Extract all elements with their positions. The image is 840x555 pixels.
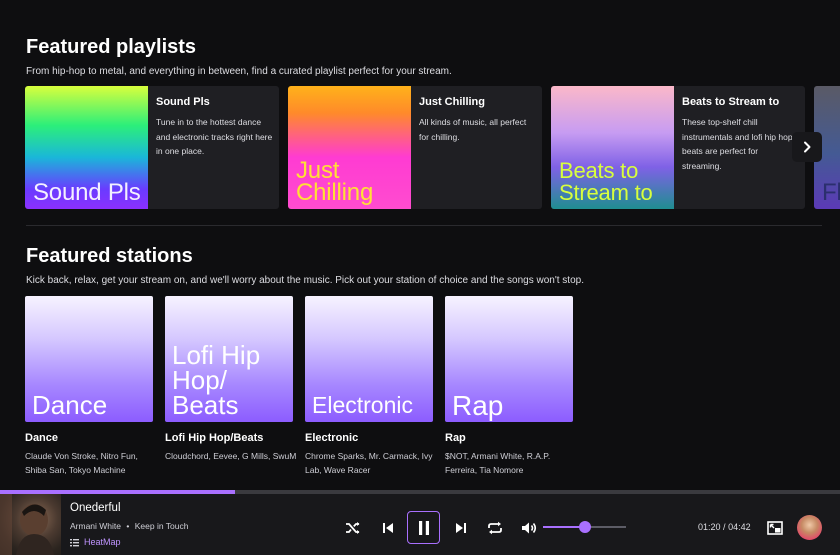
playlist-cover-text: Beats to Stream to bbox=[559, 158, 653, 205]
skip-next-icon bbox=[456, 523, 466, 533]
playlist-description: All kinds of music, all perfect for chil… bbox=[419, 117, 527, 142]
playlist-cover: Beats to Stream to bbox=[551, 86, 674, 209]
playlist-cover-text: Sound Pls bbox=[33, 179, 141, 206]
track-artist[interactable]: Armani White bbox=[70, 521, 121, 531]
station-card-electronic[interactable]: Electronic Electronic Chrome Sparks, Mr.… bbox=[305, 296, 433, 477]
playlist-cover-text: Just Chilling bbox=[296, 157, 374, 206]
pause-icon bbox=[418, 520, 429, 535]
track-progress-bar[interactable] bbox=[0, 490, 840, 494]
section-divider bbox=[26, 225, 822, 226]
avatar[interactable] bbox=[797, 515, 822, 540]
playlist-name: Sound Pls bbox=[156, 96, 210, 108]
station-name: Rap bbox=[445, 432, 466, 444]
station-cover-text: Lofi Hip Hop/ Beats bbox=[172, 340, 261, 420]
station-cover-text: Electronic bbox=[312, 392, 413, 418]
playlist-description: Tune in to the hottest dance and electro… bbox=[156, 117, 273, 156]
volume-slider[interactable] bbox=[543, 521, 626, 533]
station-cover: Electronic bbox=[305, 296, 433, 422]
playlist-cover: Just Chilling bbox=[288, 86, 411, 209]
track-subtitle: Armani White • Keep in Touch bbox=[70, 521, 188, 531]
station-name: Lofi Hip Hop/Beats bbox=[165, 432, 264, 444]
featured-playlists-title: Featured playlists bbox=[26, 36, 197, 58]
station-artists: Cloudchord, Eevee, G Mills, SwuM bbox=[165, 451, 297, 461]
player-bar: Onederful Armani White • Keep in Touch H… bbox=[0, 490, 840, 555]
chevron-right-icon bbox=[804, 141, 811, 153]
track-album[interactable]: Keep in Touch bbox=[135, 521, 189, 531]
track-cover-art bbox=[0, 494, 61, 555]
track-duration: 04:42 bbox=[728, 522, 751, 532]
skip-previous-icon bbox=[383, 523, 393, 533]
previous-button[interactable] bbox=[377, 517, 399, 539]
heatmap-label: HeatMap bbox=[84, 537, 121, 547]
heatmap-link[interactable]: HeatMap bbox=[70, 537, 121, 547]
cover-portrait bbox=[0, 494, 54, 555]
playlist-name: Just Chilling bbox=[419, 96, 485, 108]
picture-in-picture-icon bbox=[767, 521, 783, 535]
station-name: Dance bbox=[25, 432, 59, 444]
featured-playlists-description: From hip-hop to metal, and everything in… bbox=[26, 66, 452, 77]
station-artists: $NOT, Armani White, R.A.P. Ferreira, Tia… bbox=[445, 451, 551, 475]
picture-in-picture-button[interactable] bbox=[765, 518, 785, 538]
station-cover: Lofi Hip Hop/ Beats bbox=[165, 296, 293, 422]
playlist-card-beats-to-stream-to[interactable]: Beats to Stream to Beats to Stream to Th… bbox=[551, 86, 805, 209]
station-cover: Dance bbox=[25, 296, 153, 422]
subtitle-separator: • bbox=[126, 521, 130, 531]
station-artists: Chrome Sparks, Mr. Carmack, Ivy Lab, Wav… bbox=[305, 451, 433, 475]
shuffle-button[interactable] bbox=[342, 517, 364, 539]
next-button[interactable] bbox=[450, 517, 472, 539]
playlist-cover-text: Fl bbox=[822, 179, 840, 206]
playlist-name: Beats to Stream to bbox=[682, 96, 780, 108]
playback-time: 01:20 / 04:42 bbox=[698, 522, 751, 532]
volume-slider-handle[interactable] bbox=[578, 521, 591, 533]
shuffle-icon bbox=[346, 522, 360, 534]
music-page: Featured playlists From hip-hop to metal… bbox=[0, 0, 840, 490]
station-card-dance[interactable]: Dance Dance Claude Von Stroke, Nitro Fun… bbox=[25, 296, 153, 477]
playlist-description: These top-shelf chill instrumentals and … bbox=[682, 117, 793, 171]
station-card-lofi-hip-hop[interactable]: Lofi Hip Hop/ Beats Lofi Hip Hop/Beats C… bbox=[165, 296, 296, 463]
playlist-carousel: Sound Pls Sound Pls Tune in to the hotte… bbox=[25, 86, 840, 209]
station-cover-text: Rap bbox=[452, 390, 504, 421]
station-cover-text: Dance bbox=[32, 390, 108, 420]
featured-stations-title: Featured stations bbox=[26, 245, 193, 267]
playlist-cover: Sound Pls bbox=[25, 86, 148, 209]
featured-stations-description: Kick back, relax, get your stream on, an… bbox=[26, 275, 584, 286]
carousel-next-button[interactable] bbox=[792, 132, 822, 162]
station-cover: Rap bbox=[445, 296, 573, 422]
heatmap-icon bbox=[70, 538, 79, 546]
play-pause-button[interactable] bbox=[407, 511, 440, 544]
playlist-card-sound-pls[interactable]: Sound Pls Sound Pls Tune in to the hotte… bbox=[25, 86, 279, 209]
elapsed-time: 01:20 bbox=[698, 522, 721, 532]
repeat-button[interactable] bbox=[484, 517, 506, 539]
repeat-icon bbox=[488, 521, 502, 535]
station-artists: Claude Von Stroke, Nitro Fun, Shiba San,… bbox=[25, 451, 138, 475]
track-title: Onederful bbox=[70, 502, 121, 514]
station-name: Electronic bbox=[305, 432, 359, 444]
volume-icon bbox=[522, 522, 537, 534]
station-card-rap[interactable]: Rap Rap $NOT, Armani White, R.A.P. Ferre… bbox=[445, 296, 573, 477]
time-separator: / bbox=[723, 522, 726, 532]
playlist-card-just-chilling[interactable]: Just Chilling Just Chilling All kinds of… bbox=[288, 86, 542, 209]
volume-button[interactable] bbox=[518, 517, 540, 539]
